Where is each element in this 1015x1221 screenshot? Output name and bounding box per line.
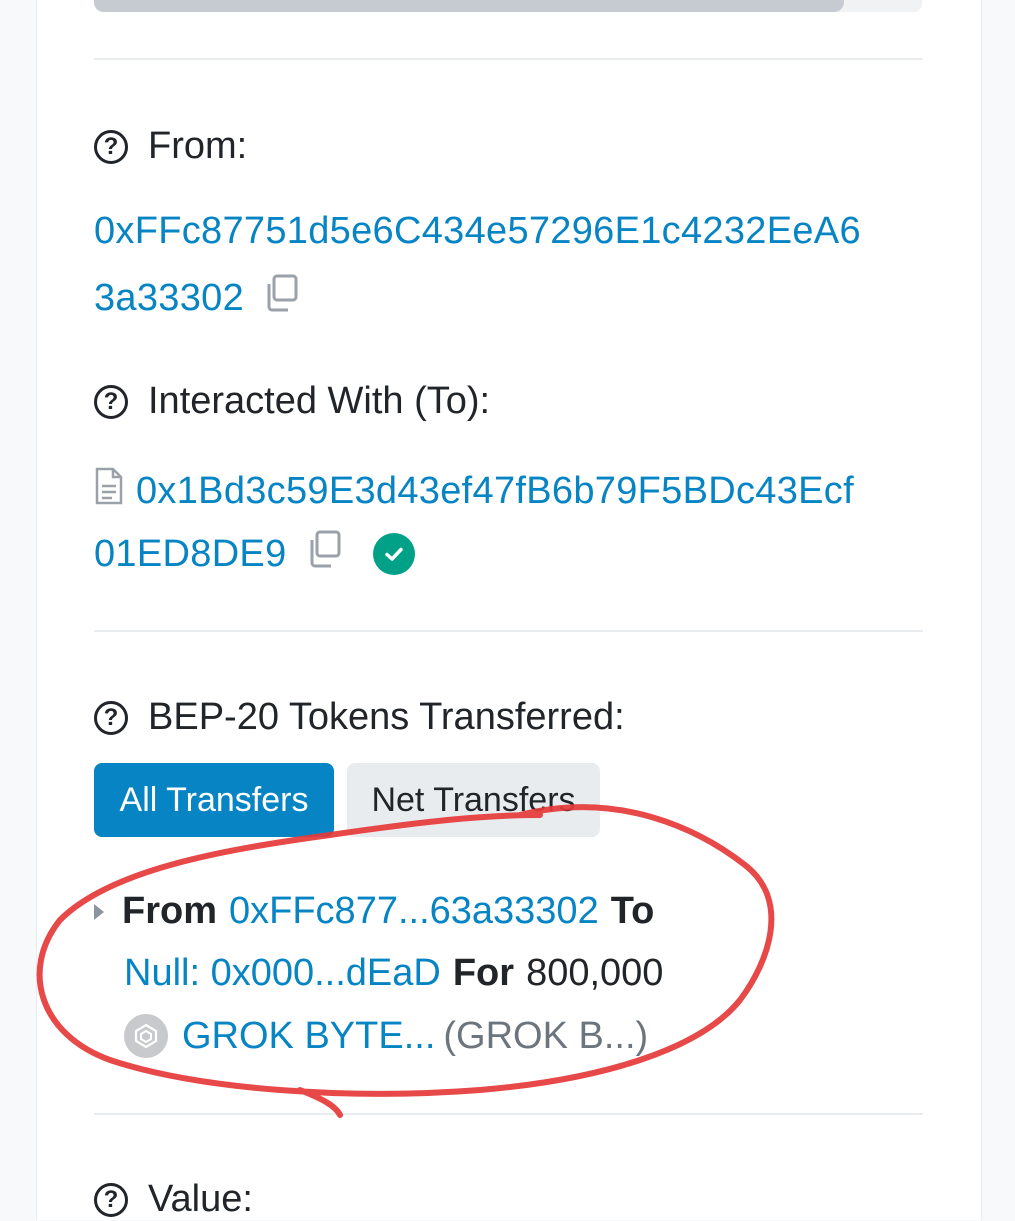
- net-transfers-tab[interactable]: Net Transfers: [347, 763, 600, 837]
- token-symbol: (GROK B...): [443, 1014, 649, 1057]
- divider: [94, 1113, 923, 1115]
- copy-icon[interactable]: [260, 272, 302, 324]
- question-circle-icon[interactable]: ?: [94, 129, 128, 164]
- to-word: To: [610, 890, 655, 932]
- from-label: From:: [148, 125, 248, 167]
- token-name-link[interactable]: GROK BYTE...: [182, 1015, 435, 1058]
- transfer-row-line2: Null: 0x000...dEaD For 800,000: [124, 952, 663, 995]
- question-circle-icon[interactable]: ?: [94, 700, 128, 735]
- horizontal-scrollbar[interactable]: [94, 0, 922, 12]
- verified-check-icon: [372, 533, 415, 575]
- interacted-address-line1[interactable]: 0x1Bd3c59E3d43ef47fB6b79F5BDc43Ecf: [94, 466, 854, 516]
- from-word: From: [122, 890, 217, 932]
- transfer-to-address[interactable]: Null: 0x000...dEaD: [124, 952, 441, 995]
- tokens-label: BEP-20 Tokens Transferred:: [148, 696, 625, 738]
- transfer-row-line1: From 0xFFc877...63a33302 To: [94, 890, 654, 933]
- from-address-line1[interactable]: 0xFFc87751d5e6C434e57296E1c4232EeA6: [94, 210, 861, 253]
- question-circle-icon[interactable]: ?: [94, 384, 128, 419]
- all-transfers-tab[interactable]: All Transfers: [94, 763, 334, 837]
- from-label-row: ? From:: [94, 125, 247, 168]
- for-word: For: [452, 952, 515, 994]
- copy-icon[interactable]: [303, 528, 345, 580]
- tokens-label-row: ? BEP-20 Tokens Transferred:: [94, 696, 625, 739]
- divider: [94, 630, 923, 632]
- interacted-label: Interacted With (To):: [148, 380, 491, 422]
- interacted-address-part1[interactable]: 0x1Bd3c59E3d43ef47fB6b79F5BDc43Ecf: [136, 470, 854, 513]
- token-logo-icon: [124, 1014, 168, 1058]
- interacted-address-part2[interactable]: 01ED8DE9: [94, 533, 287, 576]
- from-address-part1[interactable]: 0xFFc87751d5e6C434e57296E1c4232EeA6: [94, 210, 861, 253]
- transfer-row-line3: GROK BYTE... (GROK B...): [124, 1014, 648, 1058]
- expand-caret-icon[interactable]: [94, 903, 104, 920]
- transfer-from-address[interactable]: 0xFFc877...63a33302: [229, 890, 599, 933]
- scrollbar-thumb[interactable]: [94, 0, 844, 12]
- from-address-part2[interactable]: 3a33302: [94, 277, 244, 320]
- from-address-line2[interactable]: 3a33302: [94, 272, 302, 324]
- interacted-label-row: ? Interacted With (To):: [94, 380, 490, 423]
- interacted-address-line2[interactable]: 01ED8DE9: [94, 528, 415, 580]
- document-icon: [94, 466, 124, 516]
- divider: [94, 58, 923, 60]
- transfer-amount: 800,000: [526, 952, 664, 994]
